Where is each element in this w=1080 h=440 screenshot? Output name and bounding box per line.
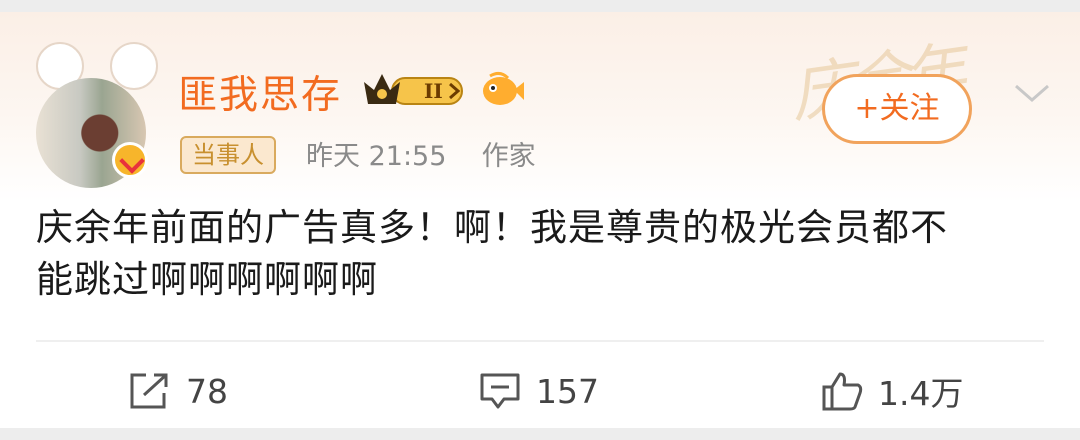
share-icon	[130, 373, 168, 409]
like-button[interactable]: 1.4万	[820, 369, 963, 413]
level-text: II	[424, 79, 443, 103]
verified-icon	[112, 142, 148, 178]
like-icon	[822, 372, 863, 411]
divider	[36, 340, 1044, 342]
author-badge: 当事人	[180, 136, 276, 174]
like-count: 1.4万	[878, 374, 964, 413]
chevron-down-icon[interactable]	[1012, 80, 1052, 106]
post-content-line-2: 能跳过啊啊啊啊啊啊	[36, 258, 378, 301]
share-count: 78	[186, 371, 228, 411]
crown-icon[interactable]: II	[362, 68, 466, 112]
author-identity: 作家	[481, 141, 536, 172]
share-button[interactable]: 78	[128, 369, 228, 413]
follow-button[interactable]: +关注	[822, 74, 972, 144]
post-meta: 昨天 21:55 作家	[306, 134, 536, 173]
post-time: 昨天 21:55	[306, 141, 447, 172]
avatar-decoration-right	[110, 42, 158, 90]
comment-button[interactable]: 157	[478, 369, 599, 413]
post-content: 庆余年前面的广告真多！啊！我是尊贵的极光会员都不 能跳过啊啊啊啊啊啊	[36, 202, 1051, 306]
fish-icon[interactable]	[478, 70, 524, 110]
author-avatar[interactable]	[36, 42, 158, 188]
author-name[interactable]: 匪我思存	[178, 64, 342, 120]
post-content-line-1: 庆余年前面的广告真多！啊！我是尊贵的极光会员都不	[36, 206, 948, 249]
weibo-post-card: 庆余年 匪我思存 II 当事人 昨天 21:55 作家 +关注 庆余年前面的广告…	[0, 12, 1080, 428]
comment-count: 157	[536, 371, 599, 411]
comment-icon	[480, 373, 520, 409]
